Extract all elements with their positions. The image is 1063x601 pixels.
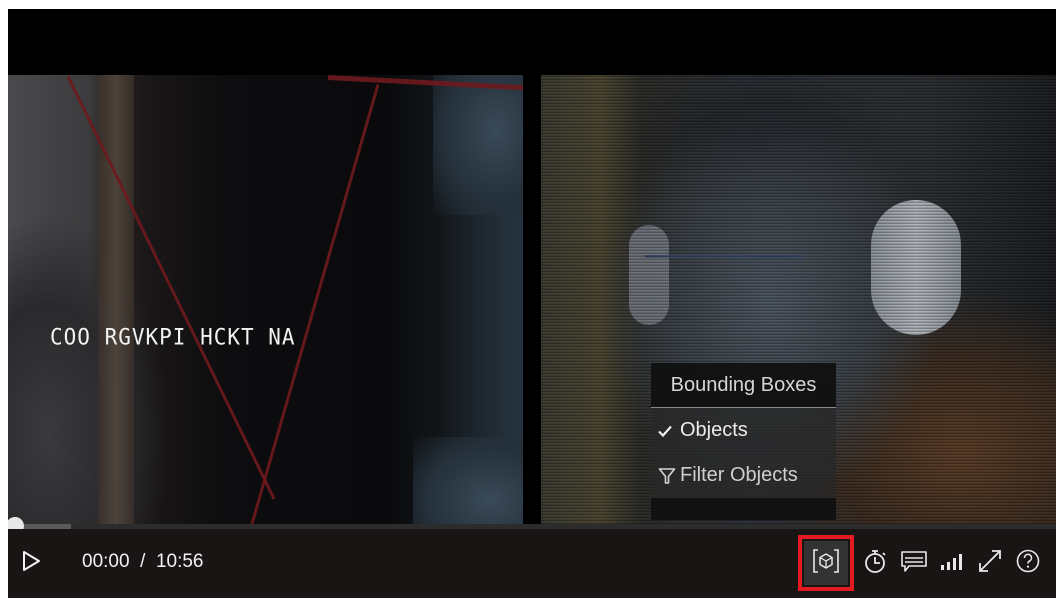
time-separator: / bbox=[140, 551, 146, 572]
fullscreen-button[interactable] bbox=[974, 545, 1006, 581]
help-icon bbox=[1015, 548, 1041, 579]
time-display: 00:00 / 10:56 bbox=[82, 551, 204, 573]
menu-item-label: Filter Objects bbox=[680, 464, 798, 486]
video-player: COO RGVKPI HCKT NA Bounding Boxes Object… bbox=[8, 9, 1056, 598]
scene-element bbox=[645, 255, 805, 281]
filter-icon bbox=[658, 467, 680, 485]
menu-item-label: Objects bbox=[680, 419, 748, 441]
right-controls bbox=[798, 535, 1044, 591]
bounding-boxes-button[interactable] bbox=[798, 535, 854, 591]
scene-line bbox=[249, 84, 380, 527]
captions-icon bbox=[900, 548, 928, 579]
checkmark-icon bbox=[658, 425, 680, 437]
help-button[interactable] bbox=[1012, 545, 1044, 581]
menu-item-filter-objects[interactable]: Filter Objects bbox=[651, 453, 836, 498]
quality-button[interactable] bbox=[936, 545, 968, 581]
control-bar: 00:00 / 10:56 bbox=[8, 529, 1056, 598]
scene-element bbox=[433, 75, 523, 215]
scene-element bbox=[413, 437, 523, 527]
bounding-boxes-menu: Bounding Boxes Objects Filter Objects bbox=[651, 363, 836, 520]
video-area[interactable]: COO RGVKPI HCKT NA Bounding Boxes Object… bbox=[8, 9, 1056, 527]
play-icon bbox=[22, 550, 42, 577]
menu-title: Bounding Boxes bbox=[651, 363, 836, 408]
video-pane-left: COO RGVKPI HCKT NA bbox=[8, 75, 523, 527]
expand-icon bbox=[977, 548, 1003, 579]
signal-bars-icon bbox=[939, 550, 965, 577]
duration: 10:56 bbox=[155, 551, 204, 572]
bounding-box-icon bbox=[812, 548, 840, 579]
video-overlay-text: COO RGVKPI HCKT NA bbox=[50, 324, 296, 350]
scene-element bbox=[98, 75, 134, 527]
captions-button[interactable] bbox=[898, 545, 930, 581]
timer-button[interactable] bbox=[860, 545, 892, 581]
menu-footer bbox=[651, 498, 836, 520]
scene-element bbox=[871, 200, 961, 335]
play-button[interactable] bbox=[20, 550, 44, 577]
current-time: 00:00 bbox=[82, 551, 130, 572]
menu-item-objects[interactable]: Objects bbox=[651, 408, 836, 453]
stopwatch-icon bbox=[863, 548, 889, 579]
